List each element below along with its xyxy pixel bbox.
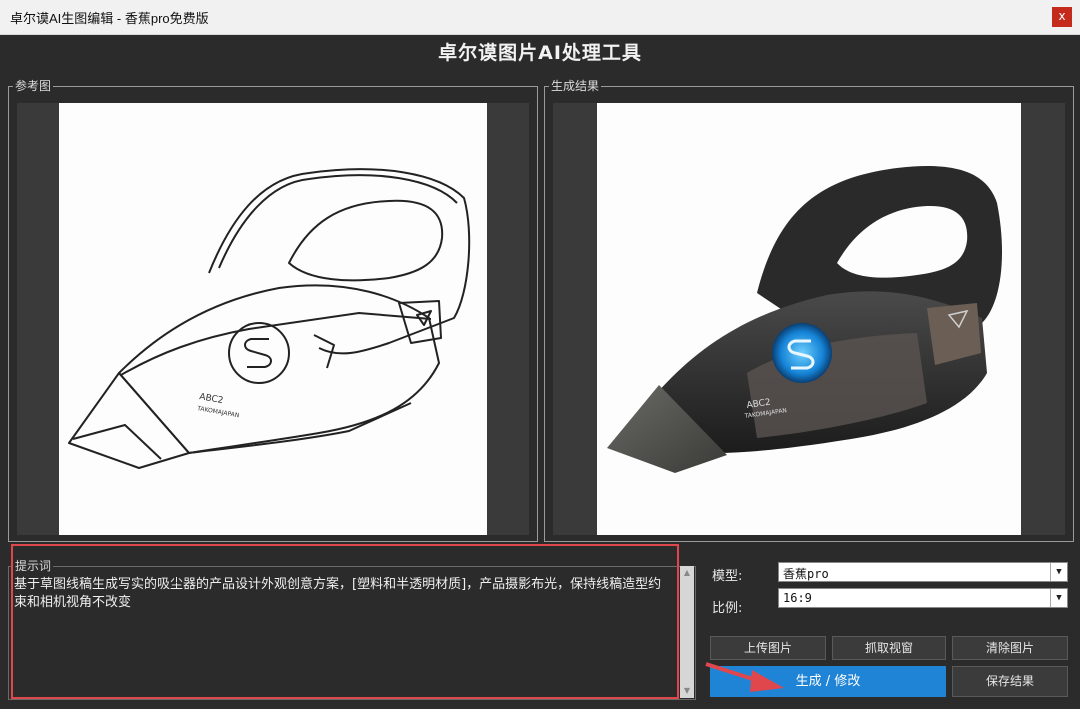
close-button[interactable]: x <box>1052 7 1072 27</box>
result-group-label: 生成结果 <box>549 78 602 94</box>
sketch-product-label: ABC2 <box>198 392 224 406</box>
arrow-annotation-icon <box>705 662 784 692</box>
upload-image-button[interactable]: 上传图片 <box>710 636 826 660</box>
vacuum-sketch-graphic: ABC2 TAKOMAJAPAN <box>68 168 471 469</box>
ratio-select[interactable]: 16:9 ▼ <box>778 588 1068 608</box>
scroll-up-icon[interactable]: ▲ <box>680 566 694 580</box>
ratio-select-value: 16:9 <box>783 591 812 605</box>
result-render-image: ABC2 TAKOMAJAPAN <box>597 103 1021 535</box>
model-select-value: 香蕉pro <box>783 567 829 581</box>
reference-group-label: 参考图 <box>13 78 54 94</box>
save-result-button[interactable]: 保存结果 <box>952 666 1068 697</box>
result-group: 生成结果 ABC2 TAKOMAJAPAN <box>544 78 1074 542</box>
clear-image-button[interactable]: 清除图片 <box>952 636 1068 660</box>
reference-image-panel: ABC2 TAKOMAJAPAN <box>17 103 529 535</box>
chevron-down-icon[interactable]: ▼ <box>1050 589 1067 607</box>
prompt-group-label: 提示词 <box>13 558 54 574</box>
app-title: 卓尔谟图片AI处理工具 <box>438 42 642 64</box>
result-image-panel: ABC2 TAKOMAJAPAN <box>553 103 1065 535</box>
reference-group: 参考图 ABC2 TAKOMAJAPAN <box>8 78 538 542</box>
window-titlebar: 卓尔谟AI生图编辑 - 香蕉pro免费版 x <box>0 0 1080 35</box>
model-label: 模型: <box>712 569 743 584</box>
capture-viewport-button[interactable]: 抓取视窗 <box>832 636 946 660</box>
sketch-product-sublabel: TAKOMAJAPAN <box>196 405 240 419</box>
prompt-textarea[interactable]: 基于草图线稿生成写实的吸尘器的产品设计外观创意方案，[塑料和半透明材质]，产品摄… <box>12 576 676 696</box>
vacuum-render-graphic: ABC2 TAKOMAJAPAN <box>607 166 1002 473</box>
model-select[interactable]: 香蕉pro ▼ <box>778 562 1068 582</box>
prompt-scrollbar[interactable]: ▲ ▼ <box>680 566 694 698</box>
scroll-down-icon[interactable]: ▼ <box>680 684 694 698</box>
ratio-label: 比例: <box>712 601 743 616</box>
reference-sketch-image: ABC2 TAKOMAJAPAN <box>59 103 487 535</box>
window-title: 卓尔谟AI生图编辑 - 香蕉pro免费版 <box>10 11 209 26</box>
chevron-down-icon[interactable]: ▼ <box>1050 563 1067 581</box>
